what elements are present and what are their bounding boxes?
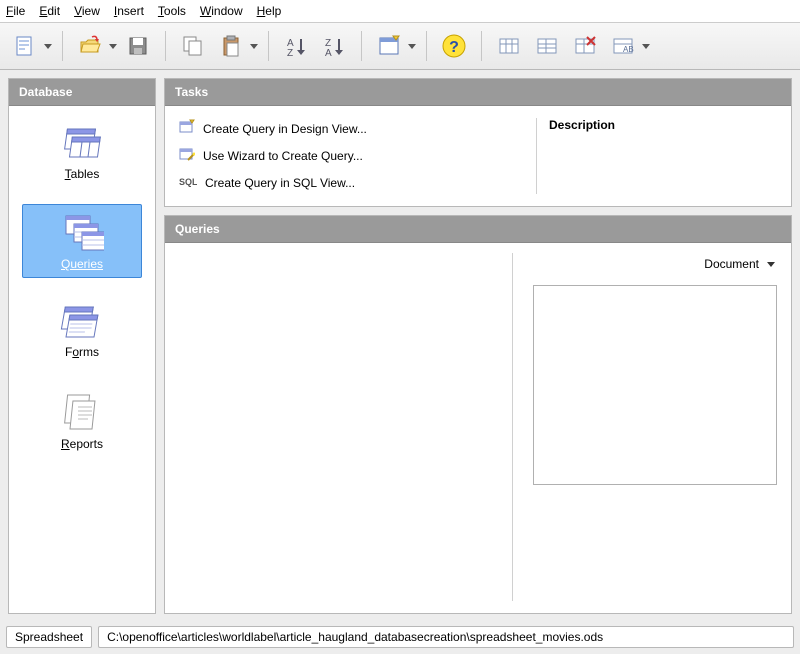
sidebar-item-label: Forms (27, 345, 137, 359)
form-dropdown[interactable] (408, 29, 416, 63)
menu-tools[interactable]: Tools (158, 4, 186, 18)
task-use-wizard[interactable]: Use Wizard to Create Query... (177, 145, 524, 166)
preview-box (533, 285, 777, 485)
table-new-button[interactable] (492, 29, 526, 63)
task-description-label: Description (549, 118, 779, 132)
queries-divider (512, 253, 513, 601)
document-dropdown[interactable]: Document (702, 253, 777, 275)
table-rename-dropdown[interactable] (642, 29, 650, 63)
queries-icon (60, 213, 104, 253)
queries-panel: Queries Document (164, 215, 792, 614)
menu-view[interactable]: View (74, 4, 100, 18)
status-type: Spreadsheet (6, 626, 92, 648)
sidebar-item-label: Reports (27, 437, 137, 451)
task-label: Create Query in Design View... (203, 122, 367, 136)
task-create-design-view[interactable]: Create Query in Design View... (177, 118, 524, 139)
task-label: Use Wizard to Create Query... (203, 149, 363, 163)
menu-bar: File Edit View Insert Tools Window Help (0, 0, 800, 23)
wizard-icon (179, 146, 195, 165)
sort-descending-button[interactable]: ZA (317, 29, 351, 63)
open-dropdown[interactable] (109, 29, 117, 63)
tasks-divider (536, 118, 537, 194)
document-dropdown-label: Document (704, 257, 759, 271)
paste-dropdown[interactable] (250, 29, 258, 63)
tasks-panel: Tasks Create Query in Design View... Use… (164, 78, 792, 207)
sidebar-item-label: Tables (27, 167, 137, 181)
task-description: Description (549, 118, 779, 194)
main-area: Database Tables (0, 70, 800, 622)
open-button[interactable] (73, 29, 107, 63)
copy-button[interactable] (176, 29, 210, 63)
status-path: C:\openoffice\articles\worldlabel\articl… (98, 626, 794, 648)
sidebar-item-label: Queries (27, 257, 137, 271)
sidebar-item-queries[interactable]: Queries (22, 204, 142, 278)
sidebar-header: Database (9, 79, 155, 106)
task-list: Create Query in Design View... Use Wizar… (177, 118, 524, 194)
toolbar-separator (361, 31, 362, 61)
toolbar-separator (165, 31, 166, 61)
sidebar-item-tables[interactable]: Tables (22, 116, 142, 188)
task-label: Create Query in SQL View... (205, 176, 355, 190)
queries-header: Queries (165, 216, 791, 243)
design-view-icon (179, 119, 195, 138)
menu-help[interactable]: Help (257, 4, 282, 18)
task-create-sql-view[interactable]: SQL Create Query in SQL View... (177, 172, 524, 193)
database-sidebar: Database Tables (8, 78, 156, 614)
tables-icon (60, 125, 104, 163)
queries-body: Document (165, 243, 791, 613)
svg-text:AB: AB (623, 45, 634, 54)
toolbar-separator (62, 31, 63, 61)
form-button[interactable] (372, 29, 406, 63)
table-delete-button[interactable] (568, 29, 602, 63)
sidebar-item-forms[interactable]: Forms (22, 294, 142, 366)
table-rename-button[interactable]: AB (606, 29, 640, 63)
sidebar-item-reports[interactable]: Reports (22, 382, 142, 458)
svg-text:A: A (325, 48, 332, 58)
sort-ascending-button[interactable]: AZ (279, 29, 313, 63)
chevron-down-icon (767, 257, 775, 271)
toolbar-separator (268, 31, 269, 61)
toolbar-separator (481, 31, 482, 61)
menu-edit[interactable]: Edit (39, 4, 60, 18)
forms-icon (60, 303, 104, 341)
tasks-header: Tasks (165, 79, 791, 106)
new-button[interactable] (8, 29, 42, 63)
svg-text:?: ? (449, 39, 459, 56)
help-button[interactable]: ? (437, 29, 471, 63)
content-column: Tasks Create Query in Design View... Use… (164, 78, 792, 614)
svg-text:SQL: SQL (179, 177, 197, 187)
queries-preview-column: Document (525, 253, 777, 601)
tasks-body: Create Query in Design View... Use Wizar… (165, 106, 791, 206)
menu-file[interactable]: File (6, 4, 25, 18)
sidebar-body: Tables Queries (9, 106, 155, 613)
table-edit-button[interactable] (530, 29, 564, 63)
svg-text:Z: Z (287, 48, 293, 58)
new-dropdown[interactable] (44, 29, 52, 63)
paste-button[interactable] (214, 29, 248, 63)
toolbar-separator (426, 31, 427, 61)
status-bar: Spreadsheet C:\openoffice\articles\world… (0, 622, 800, 654)
toolbar: AZ ZA ? AB (0, 23, 800, 70)
save-button[interactable] (121, 29, 155, 63)
menu-insert[interactable]: Insert (114, 4, 144, 18)
menu-window[interactable]: Window (200, 4, 243, 18)
sql-icon: SQL (179, 173, 197, 192)
queries-list[interactable] (179, 253, 500, 601)
reports-icon (60, 391, 104, 433)
